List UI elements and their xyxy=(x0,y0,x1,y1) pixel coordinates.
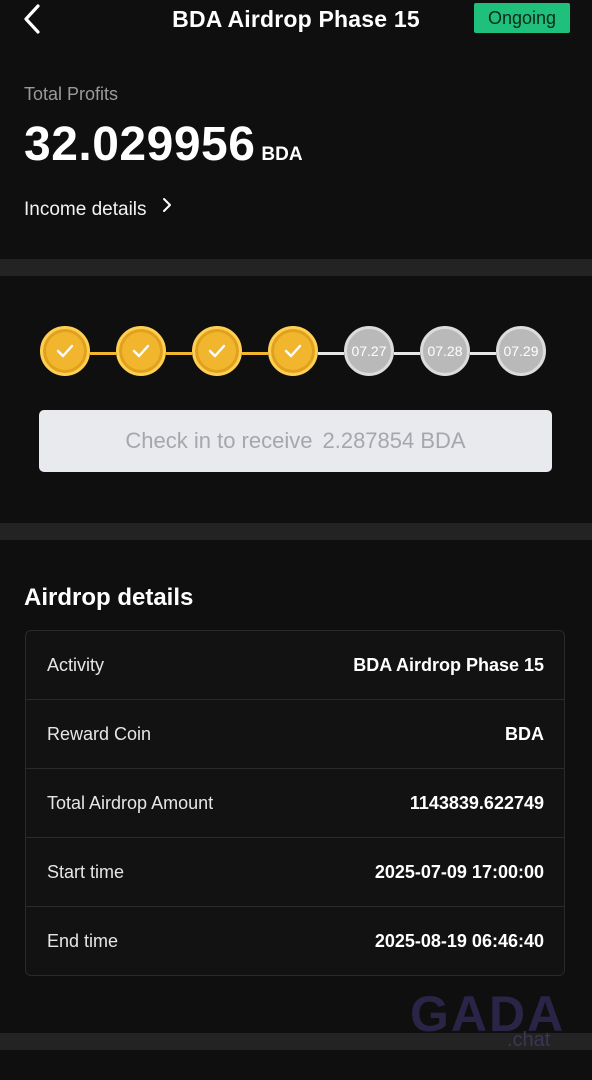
details-row: Reward Coin BDA xyxy=(26,700,564,769)
details-row-label: Reward Coin xyxy=(47,724,152,744)
profits-value: 32.029956 xyxy=(24,118,256,171)
profits-section: Total Profits 32.029956 BDA xyxy=(24,84,303,172)
details-row-value: BDA xyxy=(505,724,544,744)
profits-label: Total Profits xyxy=(24,84,119,104)
airdrop-details-title: Airdrop details xyxy=(24,584,194,611)
details-row-value: 1143839.622749 xyxy=(409,793,544,813)
check-in-label: Check in to receive xyxy=(125,428,313,453)
progress-connector xyxy=(90,352,116,355)
checkin-progress: 07.27 07.28 07.29 xyxy=(40,326,552,380)
details-row-value: BDA Airdrop Phase 15 xyxy=(353,655,544,675)
checked-day-icon xyxy=(268,326,318,376)
details-row-label: End time xyxy=(47,931,119,951)
progress-connector xyxy=(394,352,420,355)
airdrop-details-table: Activity BDA Airdrop Phase 15 Reward Coin B… xyxy=(25,630,565,976)
details-row-value: 2025-08-19 06:46:40 xyxy=(374,931,544,951)
check-in-amount: 2.287854 BDA xyxy=(322,428,466,453)
profits-unit: BDA xyxy=(261,144,303,165)
section-divider xyxy=(0,259,592,276)
chevron-right-icon xyxy=(162,197,172,219)
income-details-label: Income details xyxy=(24,199,147,220)
pending-day: 07.29 xyxy=(496,326,546,376)
status-badge: Ongoing xyxy=(473,3,570,33)
details-row-value: 2025-07-09 17:00:00 xyxy=(374,862,544,882)
watermark-logo: GADA .chat xyxy=(410,985,570,1055)
income-details-link[interactable]: Income details xyxy=(24,197,172,221)
profits-row: 32.029956 BDA xyxy=(24,117,303,172)
progress-connector xyxy=(318,352,344,355)
progress-connector xyxy=(166,352,192,355)
check-in-button[interactable]: Check in to receive 2.287854 BDA xyxy=(39,410,552,472)
checked-day-icon xyxy=(116,326,166,376)
details-row: Activity BDA Airdrop Phase 15 xyxy=(26,631,564,700)
checked-day-icon xyxy=(192,326,242,376)
progress-connector xyxy=(470,352,496,355)
details-row: End time 2025-08-19 06:46:40 xyxy=(26,907,564,976)
pending-day: 07.27 xyxy=(344,326,394,376)
details-row: Total Airdrop Amount 1143839.622749 xyxy=(26,769,564,838)
progress-connector xyxy=(242,352,268,355)
details-row-label: Activity xyxy=(47,655,105,675)
header: BDA Airdrop Phase 15 Ongoing xyxy=(0,0,592,40)
pending-day: 07.28 xyxy=(420,326,470,376)
watermark-subtext: .chat xyxy=(507,1029,551,1051)
details-row-label: Total Airdrop Amount xyxy=(47,793,214,813)
details-row: Start time 2025-07-09 17:00:00 xyxy=(26,838,564,907)
details-row-label: Start time xyxy=(47,862,125,882)
checked-day-icon xyxy=(40,326,90,376)
section-divider xyxy=(0,523,592,540)
